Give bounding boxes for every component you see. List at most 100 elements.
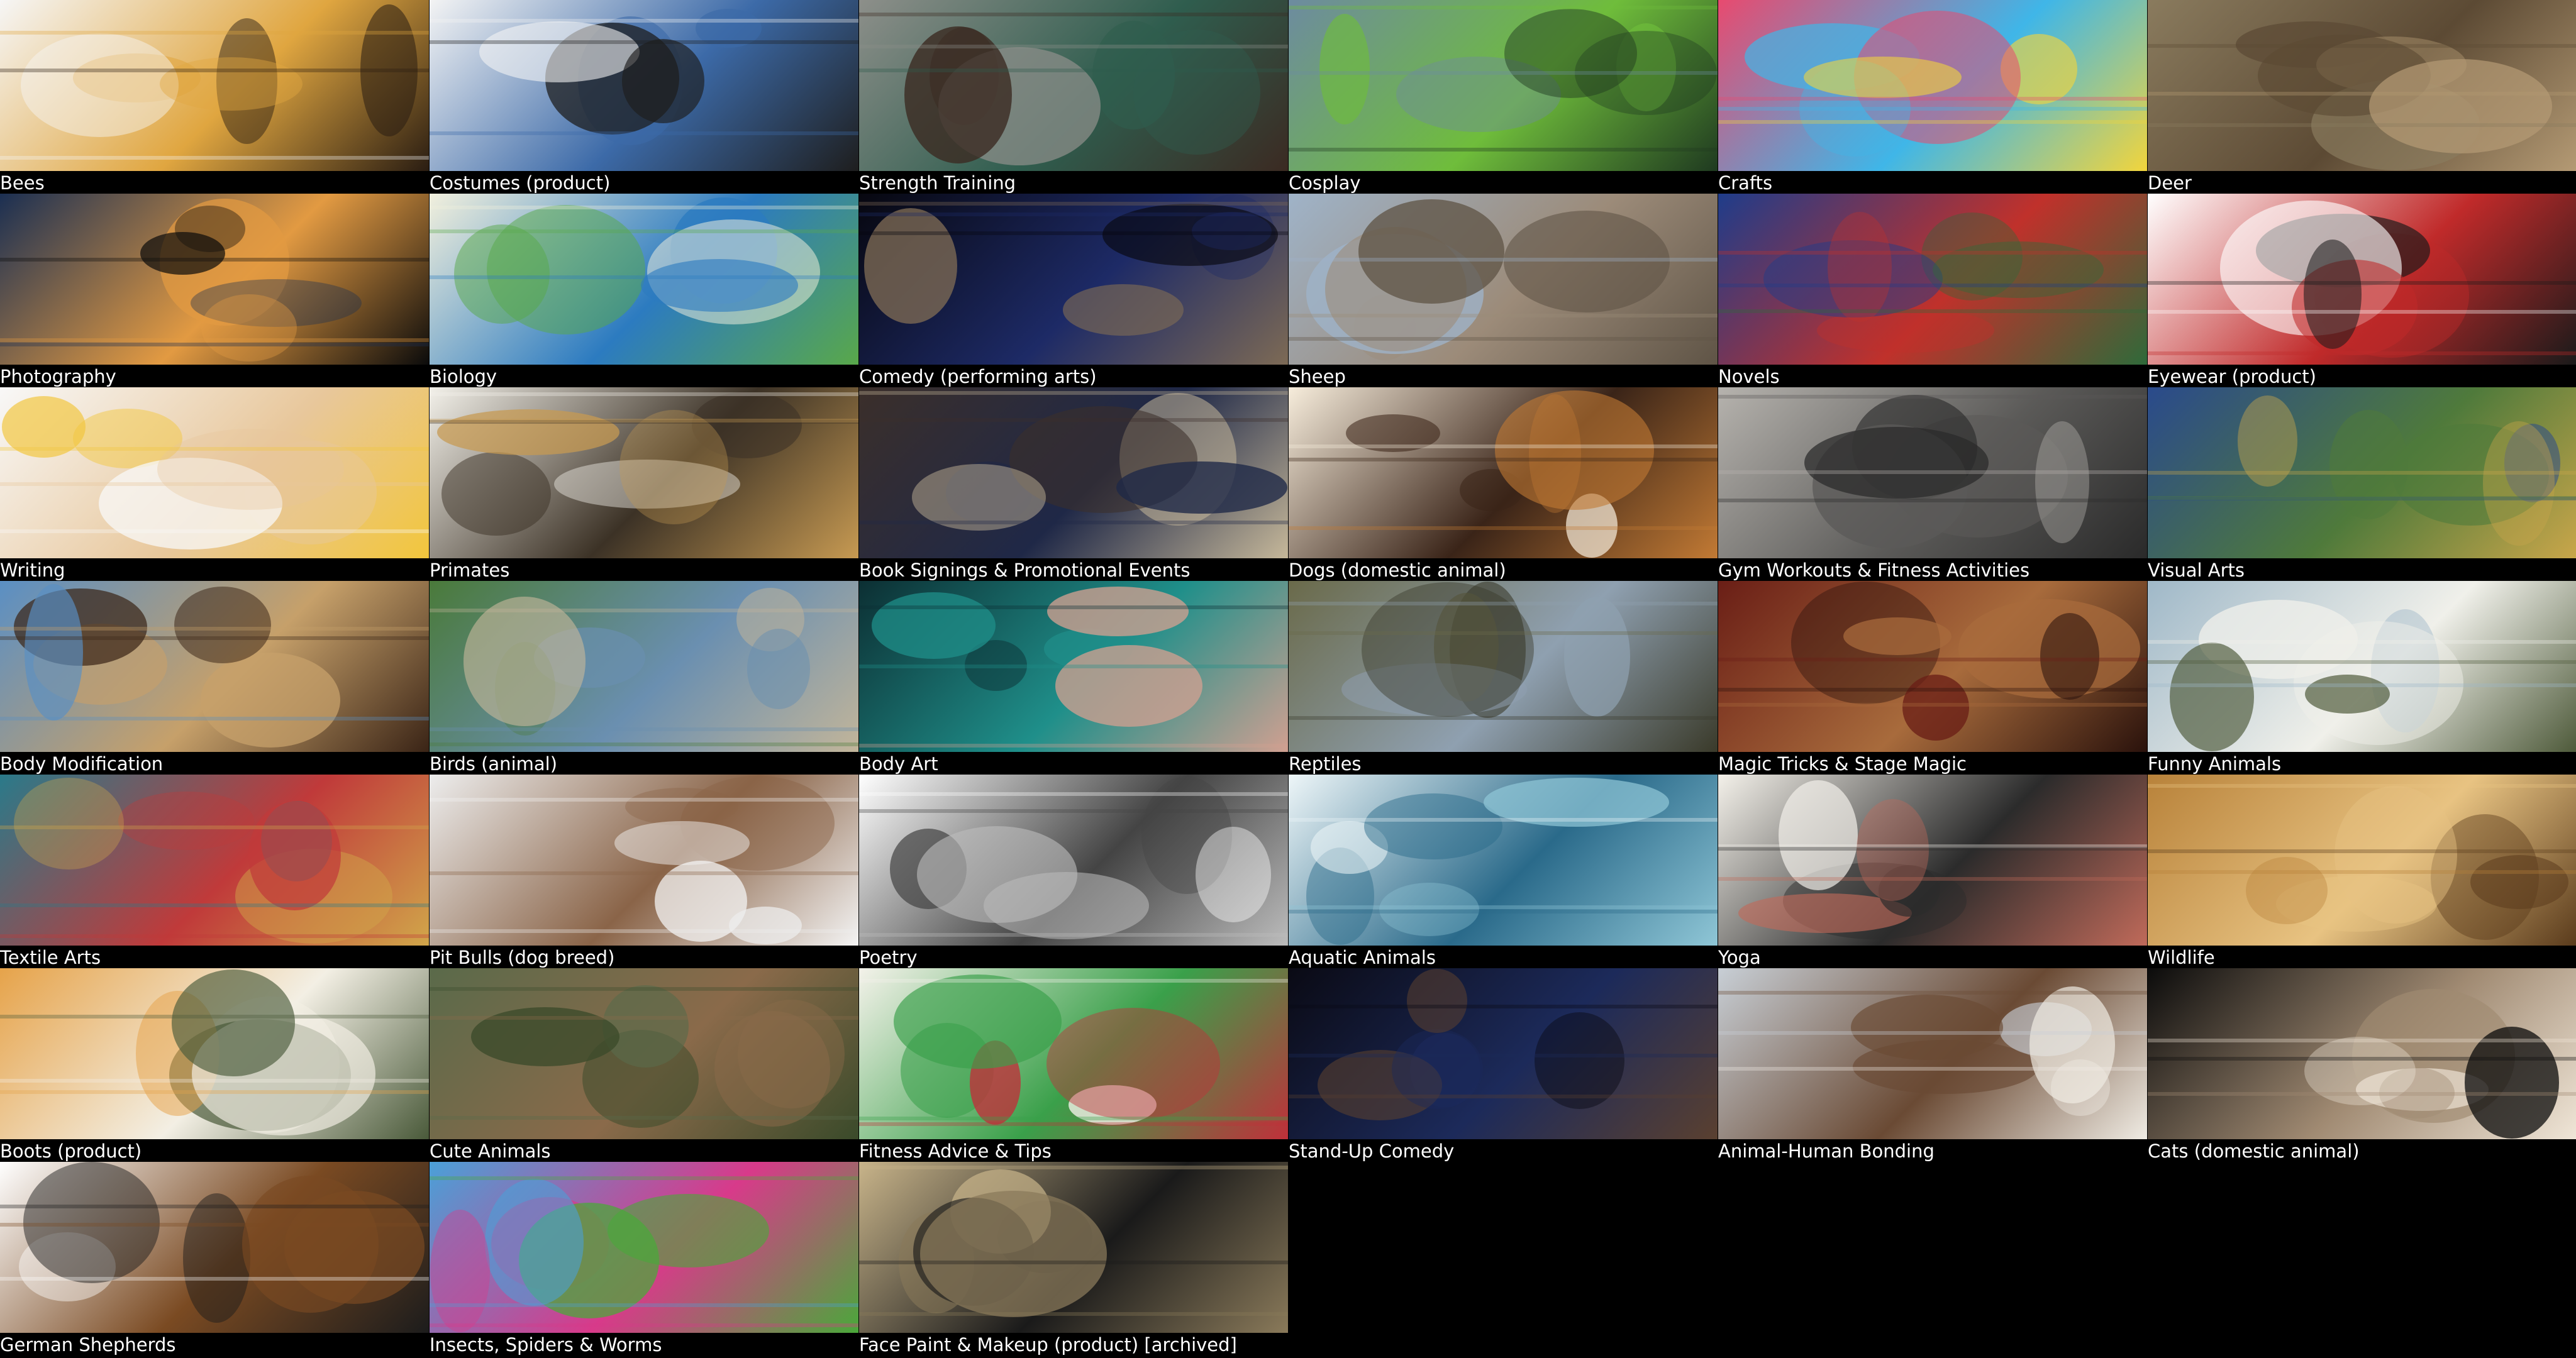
topic-label[interactable]: Insects, Spiders & Worms [430, 1334, 858, 1355]
topic-label[interactable]: Dogs (domestic animal) [1289, 560, 1718, 581]
topic-label[interactable]: Aquatic Animals [1289, 947, 1718, 968]
topic-thumbnail[interactable] [0, 194, 429, 365]
topic-tile[interactable]: Animal-Human Bonding [1718, 968, 2147, 1162]
topic-tile[interactable]: Magic Tricks & Stage Magic [1718, 581, 2147, 775]
topic-tile[interactable]: Photography [0, 194, 429, 387]
topic-tile[interactable]: Yoga [1718, 775, 2147, 968]
topic-tile[interactable]: Sheep [1289, 194, 1718, 387]
topic-thumbnail[interactable] [1718, 387, 2147, 558]
topic-thumbnail[interactable] [0, 581, 429, 752]
topic-label[interactable]: Reptiles [1289, 753, 1718, 775]
topic-label[interactable]: Pit Bulls (dog breed) [430, 947, 858, 968]
topic-label[interactable]: Birds (animal) [430, 753, 858, 775]
topic-tile[interactable]: Body Modification [0, 581, 429, 775]
topic-label[interactable]: Strength Training [859, 172, 1288, 194]
topic-tile[interactable]: Biology [430, 194, 858, 387]
topic-tile[interactable]: German Shepherds [0, 1162, 429, 1355]
topic-thumbnail[interactable] [2148, 194, 2576, 365]
topic-label[interactable]: Biology [430, 366, 858, 387]
topic-label[interactable]: Yoga [1718, 947, 2147, 968]
topic-thumbnail[interactable] [1289, 581, 1718, 752]
topic-label[interactable]: Textile Arts [0, 947, 429, 968]
topic-tile[interactable]: Boots (product) [0, 968, 429, 1162]
topic-tile[interactable]: Primates [430, 387, 858, 581]
topic-tile[interactable]: Wildlife [2148, 775, 2576, 968]
topic-label[interactable]: Sheep [1289, 366, 1718, 387]
topic-thumbnail[interactable] [859, 775, 1288, 946]
topic-tile[interactable]: Cats (domestic animal) [2148, 968, 2576, 1162]
topic-thumbnail[interactable] [1289, 194, 1718, 365]
topic-label[interactable]: Crafts [1718, 172, 2147, 194]
topic-tile[interactable]: Birds (animal) [430, 581, 858, 775]
topic-thumbnail[interactable] [430, 387, 858, 558]
topic-label[interactable]: Eyewear (product) [2148, 366, 2576, 387]
topic-thumbnail[interactable] [430, 0, 858, 171]
topic-label[interactable]: Body Modification [0, 753, 429, 775]
topic-thumbnail[interactable] [1289, 387, 1718, 558]
topic-tile[interactable]: Dogs (domestic animal) [1289, 387, 1718, 581]
topic-label[interactable]: Gym Workouts & Fitness Activities [1718, 560, 2147, 581]
topic-label[interactable]: Fitness Advice & Tips [859, 1140, 1288, 1162]
topic-thumbnail[interactable] [1718, 968, 2147, 1139]
topic-thumbnail[interactable] [2148, 775, 2576, 946]
topic-label[interactable]: Boots (product) [0, 1140, 429, 1162]
topic-tile[interactable]: Crafts [1718, 0, 2147, 194]
topic-label[interactable]: Book Signings & Promotional Events [859, 560, 1288, 581]
topic-tile[interactable]: Book Signings & Promotional Events [859, 387, 1288, 581]
topic-label[interactable]: Cute Animals [430, 1140, 858, 1162]
topic-tile[interactable]: Funny Animals [2148, 581, 2576, 775]
topic-thumbnail[interactable] [430, 581, 858, 752]
topic-label[interactable]: Deer [2148, 172, 2576, 194]
topic-tile[interactable]: Eyewear (product) [2148, 194, 2576, 387]
topic-tile[interactable]: Comedy (performing arts) [859, 194, 1288, 387]
topic-tile[interactable]: Bees [0, 0, 429, 194]
topic-thumbnail[interactable] [859, 581, 1288, 752]
topic-tile[interactable]: Gym Workouts & Fitness Activities [1718, 387, 2147, 581]
topic-label[interactable]: Stand-Up Comedy [1289, 1140, 1718, 1162]
topic-thumbnail[interactable] [430, 775, 858, 946]
topic-tile[interactable]: Strength Training [859, 0, 1288, 194]
topic-thumbnail[interactable] [0, 0, 429, 171]
topic-thumbnail[interactable] [859, 968, 1288, 1139]
topic-thumbnail[interactable] [0, 775, 429, 946]
topic-tile[interactable]: Face Paint & Makeup (product) [archived] [859, 1162, 1288, 1355]
topic-thumbnail[interactable] [859, 387, 1288, 558]
topic-thumbnail[interactable] [1718, 0, 2147, 171]
topic-tile[interactable]: Cute Animals [430, 968, 858, 1162]
topic-label[interactable]: Cosplay [1289, 172, 1718, 194]
topic-label[interactable]: Wildlife [2148, 947, 2576, 968]
topic-label[interactable]: Comedy (performing arts) [859, 366, 1288, 387]
topic-thumbnail[interactable] [430, 1162, 858, 1333]
topic-label[interactable]: Primates [430, 560, 858, 581]
topic-thumbnail[interactable] [859, 194, 1288, 365]
topic-tile[interactable]: Reptiles [1289, 581, 1718, 775]
topic-tile[interactable]: Poetry [859, 775, 1288, 968]
topic-label[interactable]: Face Paint & Makeup (product) [archived] [859, 1334, 1288, 1355]
topic-thumbnail[interactable] [430, 194, 858, 365]
topic-tile[interactable]: Pit Bulls (dog breed) [430, 775, 858, 968]
topic-tile[interactable]: Aquatic Animals [1289, 775, 1718, 968]
topic-label[interactable]: Writing [0, 560, 429, 581]
topic-tile[interactable]: Cosplay [1289, 0, 1718, 194]
topic-tile[interactable]: Fitness Advice & Tips [859, 968, 1288, 1162]
topic-thumbnail[interactable] [2148, 0, 2576, 171]
topic-thumbnail[interactable] [1718, 194, 2147, 365]
topic-thumbnail[interactable] [1718, 581, 2147, 752]
topic-thumbnail[interactable] [430, 968, 858, 1139]
topic-tile[interactable]: Novels [1718, 194, 2147, 387]
topic-thumbnail[interactable] [859, 0, 1288, 171]
topic-thumbnail[interactable] [859, 1162, 1288, 1333]
topic-label[interactable]: German Shepherds [0, 1334, 429, 1355]
topic-label[interactable]: Poetry [859, 947, 1288, 968]
topic-thumbnail[interactable] [1289, 968, 1718, 1139]
topic-thumbnail[interactable] [1718, 775, 2147, 946]
topic-label[interactable]: Body Art [859, 753, 1288, 775]
topic-tile[interactable]: Visual Arts [2148, 387, 2576, 581]
topic-label[interactable]: Magic Tricks & Stage Magic [1718, 753, 2147, 775]
topic-tile[interactable]: Deer [2148, 0, 2576, 194]
topic-thumbnail[interactable] [0, 968, 429, 1139]
topic-label[interactable]: Visual Arts [2148, 560, 2576, 581]
topic-label[interactable]: Cats (domestic animal) [2148, 1140, 2576, 1162]
topic-thumbnail[interactable] [2148, 968, 2576, 1139]
topic-tile[interactable]: Insects, Spiders & Worms [430, 1162, 858, 1355]
